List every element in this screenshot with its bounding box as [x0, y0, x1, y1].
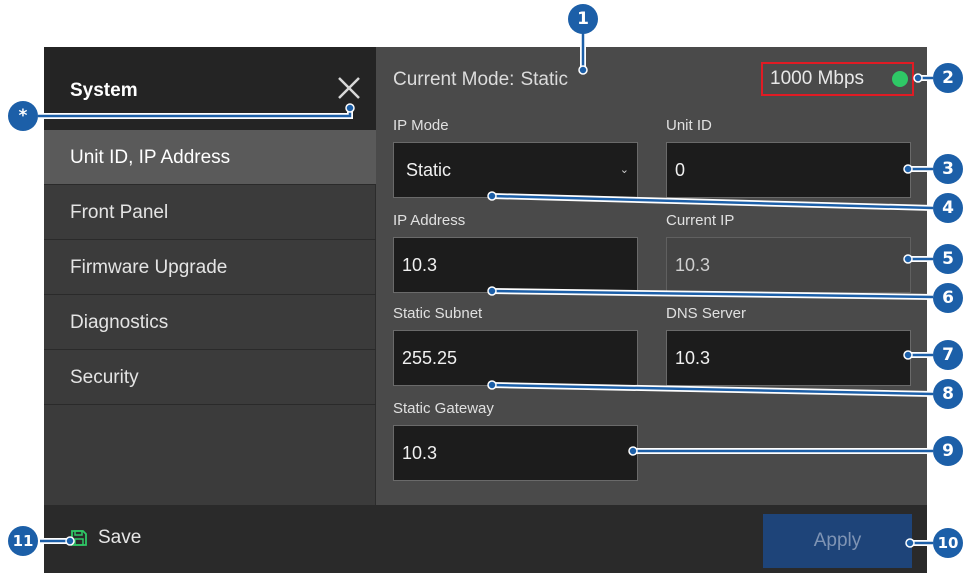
- callout-6: 6: [933, 283, 963, 313]
- save-button[interactable]: Save: [70, 527, 141, 549]
- sidebar-item-firmware-upgrade[interactable]: Firmware Upgrade: [44, 240, 376, 295]
- unit-id-input[interactable]: 0: [666, 142, 911, 198]
- ip-mode-label: IP Mode: [393, 117, 449, 134]
- callout-3: 3: [933, 154, 963, 184]
- ip-address-label: IP Address: [393, 212, 466, 229]
- callout-2: 2: [933, 63, 963, 93]
- static-gateway-input[interactable]: 10.3: [393, 425, 638, 481]
- ip-address-input[interactable]: 10.3: [393, 237, 638, 293]
- link-speed-indicator: 1000 Mbps: [761, 62, 914, 96]
- current-ip-label: Current IP: [666, 212, 735, 229]
- sidebar-title: System: [70, 80, 138, 101]
- close-button[interactable]: [334, 73, 364, 103]
- apply-button[interactable]: Apply: [763, 514, 912, 568]
- callout-9: 9: [933, 436, 963, 466]
- ip-mode-select[interactable]: Static ⌄: [393, 142, 638, 198]
- link-status-dot-icon: [892, 71, 908, 87]
- sidebar-nav: Unit ID, IP Address Front Panel Firmware…: [44, 130, 376, 405]
- callout-7: 7: [933, 340, 963, 370]
- current-mode-label: Current Mode:: [393, 69, 515, 90]
- current-ip-field: 10.3: [666, 237, 911, 293]
- chevron-down-icon: ⌄: [619, 164, 629, 176]
- sidebar-item-security[interactable]: Security: [44, 350, 376, 405]
- sidebar-item-front-panel[interactable]: Front Panel: [44, 185, 376, 240]
- sidebar-item-diagnostics[interactable]: Diagnostics: [44, 295, 376, 350]
- current-mode-value: Static: [520, 69, 568, 90]
- dns-server-input[interactable]: 10.3: [666, 330, 911, 386]
- callout-4: 4: [933, 193, 963, 223]
- link-speed-text: 1000 Mbps: [770, 68, 865, 89]
- callout-10: 10: [933, 528, 963, 558]
- callout-8: 8: [933, 379, 963, 409]
- callout-11: 11: [8, 526, 38, 556]
- ip-mode-value: Static: [406, 160, 452, 180]
- static-subnet-label: Static Subnet: [393, 305, 483, 322]
- close-icon: [338, 77, 360, 99]
- save-icon: [71, 530, 87, 546]
- callout-asterisk: *: [8, 101, 38, 131]
- callout-1: 1: [568, 4, 598, 34]
- unit-id-label: Unit ID: [666, 117, 712, 134]
- current-mode: Current Mode: Static: [393, 69, 568, 91]
- callout-5: 5: [933, 244, 963, 274]
- sidebar-header: System: [44, 47, 376, 130]
- sidebar-item-unit-id-ip-address[interactable]: Unit ID, IP Address: [44, 130, 376, 185]
- save-label: Save: [98, 527, 142, 548]
- static-gateway-label: Static Gateway: [393, 400, 494, 417]
- static-subnet-input[interactable]: 255.25: [393, 330, 638, 386]
- dns-server-label: DNS Server: [666, 305, 747, 322]
- sidebar: System Unit ID, IP Address Front Panel F…: [44, 47, 376, 505]
